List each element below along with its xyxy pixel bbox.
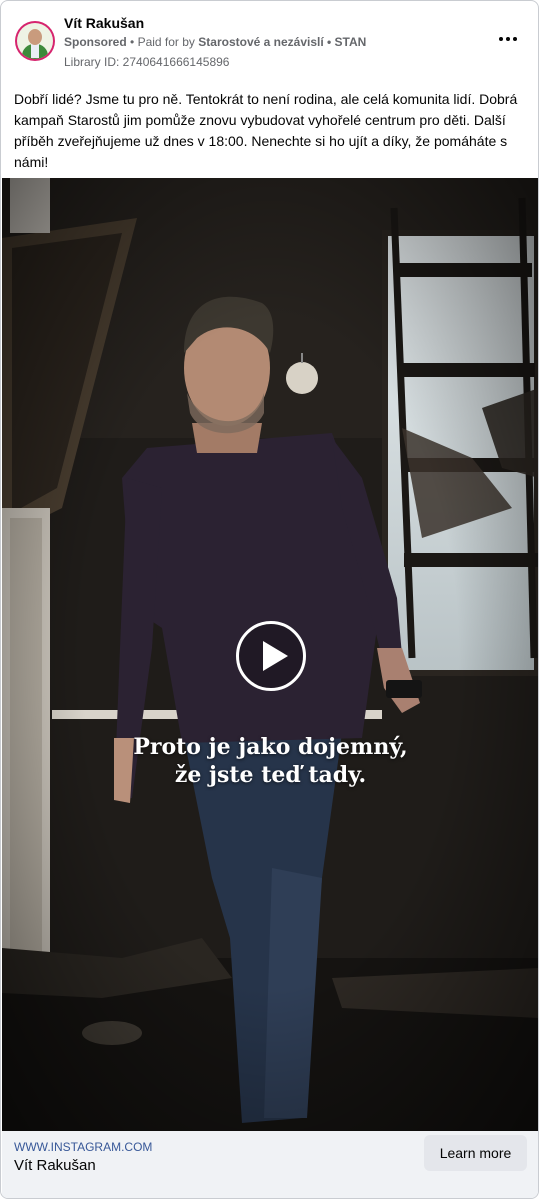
- avatar-shirt-shape: [31, 44, 39, 58]
- meta-separator: •: [130, 35, 135, 49]
- link-title: Vít Rakušan: [14, 1157, 96, 1174]
- more-horizontal-icon: [499, 37, 503, 41]
- link-footer[interactable]: WWW.INSTAGRAM.COM Vít Rakušan Learn more: [2, 1131, 538, 1198]
- more-horizontal-icon: [513, 37, 517, 41]
- more-options-button[interactable]: [494, 29, 522, 49]
- payer-name[interactable]: Starostové a nezávislí • STAN: [198, 35, 366, 49]
- author-avatar[interactable]: [15, 21, 55, 61]
- paid-for-by-label: Paid for by: [137, 35, 195, 49]
- more-horizontal-icon: [506, 37, 510, 41]
- sponsored-label: Sponsored: [64, 35, 127, 49]
- video-player[interactable]: Proto je jako dojemný, že jste teď tady.: [2, 178, 538, 1131]
- play-icon: [263, 641, 288, 671]
- avatar-head-shape: [28, 29, 42, 45]
- play-button[interactable]: [236, 621, 306, 691]
- ad-card: Vít Rakušan Sponsored • Paid for by Star…: [0, 0, 539, 1199]
- link-domain: WWW.INSTAGRAM.COM: [14, 1140, 153, 1154]
- post-header: Vít Rakušan Sponsored • Paid for by Star…: [13, 13, 526, 73]
- video-caption: Proto je jako dojemný, že jste teď tady.: [2, 733, 538, 789]
- sponsored-line: Sponsored • Paid for by Starostové a nez…: [64, 35, 366, 49]
- post-text: Dobří lidé? Jsme tu pro ně. Tentokrát to…: [14, 91, 518, 170]
- library-id: Library ID: 2740641666145896: [64, 55, 230, 69]
- author-name[interactable]: Vít Rakušan: [64, 15, 144, 31]
- caption-line: že jste teď tady.: [174, 762, 367, 788]
- avatar-image: [17, 23, 53, 59]
- caption-line: Proto je jako dojemný,: [133, 734, 408, 760]
- learn-more-button[interactable]: Learn more: [424, 1135, 527, 1171]
